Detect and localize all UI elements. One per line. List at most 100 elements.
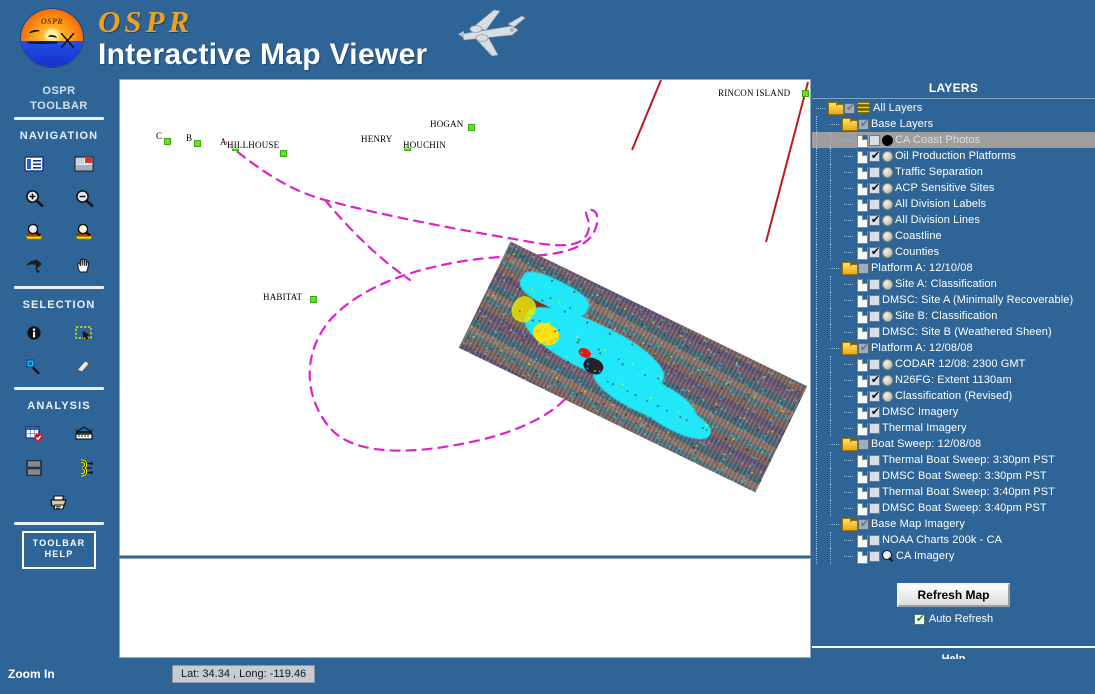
layer-checkbox[interactable] bbox=[869, 486, 880, 498]
help-link[interactable]: Help bbox=[812, 653, 1095, 659]
layer-checkbox[interactable] bbox=[869, 230, 880, 242]
layer-checkbox[interactable] bbox=[869, 245, 881, 259]
layer-tree[interactable]: All Layers Base Layers CA Coast Photos Oil … bbox=[812, 100, 1095, 564]
layer-row[interactable]: All Division Lines bbox=[812, 212, 1095, 228]
layer-label: All Layers bbox=[873, 102, 923, 114]
layer-row[interactable]: CA Imagery bbox=[812, 548, 1095, 564]
buffer-button[interactable] bbox=[59, 451, 109, 485]
toolbar-section-analysis bbox=[0, 417, 118, 519]
layer-row[interactable]: CODAR 12/08: 2300 GMT bbox=[812, 356, 1095, 372]
layer-row[interactable]: DMSC Imagery bbox=[812, 404, 1095, 420]
auto-refresh-checkbox[interactable] bbox=[913, 612, 926, 626]
layer-checkbox[interactable] bbox=[869, 181, 881, 195]
layer-row[interactable]: All Division Labels bbox=[812, 196, 1095, 212]
overview-map-button[interactable] bbox=[59, 147, 109, 181]
layer-row[interactable]: Base Map Imagery bbox=[812, 516, 1095, 532]
layer-label: Platform A: 12/08/08 bbox=[871, 342, 973, 354]
layer-row[interactable]: DMSC: Site A (Minimally Recoverable) bbox=[812, 292, 1095, 308]
print-button[interactable] bbox=[34, 485, 84, 519]
page-icon bbox=[856, 182, 868, 196]
layer-checkbox[interactable] bbox=[869, 405, 881, 419]
layer-checkbox[interactable] bbox=[869, 294, 880, 306]
layer-checkbox[interactable] bbox=[869, 198, 880, 210]
map-label: HABITAT bbox=[263, 292, 303, 302]
layer-checkbox[interactable] bbox=[869, 149, 881, 163]
layer-row[interactable]: DMSC Boat Sweep: 3:40pm PST bbox=[812, 500, 1095, 516]
layer-checkbox[interactable] bbox=[869, 358, 880, 370]
legend-button[interactable] bbox=[9, 147, 59, 181]
map-viewport[interactable]: C B A HILLHOUSE HENRY HOUCHIN HOGAN HABI… bbox=[119, 79, 811, 556]
layer-row[interactable]: DMSC: Site B (Weathered Sheen) bbox=[812, 324, 1095, 340]
platform-marker[interactable] bbox=[194, 140, 201, 147]
layer-checkbox[interactable] bbox=[858, 438, 869, 450]
zoom-out-button[interactable] bbox=[59, 181, 109, 215]
layer-row[interactable]: Thermal Boat Sweep: 3:40pm PST bbox=[812, 484, 1095, 500]
platform-marker[interactable] bbox=[310, 296, 317, 303]
map-label: HENRY bbox=[361, 134, 393, 144]
zoom-full-extent-button[interactable] bbox=[9, 215, 59, 249]
attribute-table-button[interactable] bbox=[9, 417, 59, 451]
layer-row[interactable]: Thermal Boat Sweep: 3:30pm PST bbox=[812, 452, 1095, 468]
data-table-button[interactable] bbox=[9, 451, 59, 485]
layer-row[interactable]: Coastline bbox=[812, 228, 1095, 244]
layer-checkbox[interactable] bbox=[858, 262, 869, 274]
layer-row[interactable]: N26FG: Extent 1130am bbox=[812, 372, 1095, 388]
layer-row[interactable]: Site A: Classification bbox=[812, 276, 1095, 292]
layer-checkbox[interactable] bbox=[869, 422, 880, 434]
identify-button[interactable] bbox=[9, 316, 59, 350]
platform-marker[interactable] bbox=[468, 124, 475, 131]
layer-checkbox[interactable] bbox=[869, 326, 880, 338]
layer-checkbox[interactable] bbox=[869, 310, 880, 322]
layer-row[interactable]: All Layers bbox=[812, 100, 1095, 116]
clear-selection-button[interactable] bbox=[59, 350, 109, 384]
auto-refresh-row[interactable]: Auto Refresh bbox=[812, 612, 1095, 626]
layer-checkbox[interactable] bbox=[869, 389, 881, 403]
zoom-in-button[interactable] bbox=[9, 181, 59, 215]
tree-guide bbox=[814, 468, 828, 484]
layer-checkbox[interactable] bbox=[858, 517, 870, 531]
layer-symbol-icon bbox=[882, 214, 893, 226]
folder-icon bbox=[842, 518, 858, 531]
map-canvas[interactable]: C B A HILLHOUSE HENRY HOUCHIN HOGAN HABI… bbox=[120, 80, 810, 555]
layer-row[interactable]: DMSC Boat Sweep: 3:30pm PST bbox=[812, 468, 1095, 484]
select-box-button[interactable] bbox=[59, 316, 109, 350]
platform-marker[interactable] bbox=[802, 90, 809, 97]
layer-checkbox[interactable] bbox=[869, 166, 880, 178]
layer-checkbox[interactable] bbox=[844, 101, 856, 115]
layer-symbol-icon bbox=[882, 150, 893, 162]
layer-row[interactable]: Thermal Imagery bbox=[812, 420, 1095, 436]
layer-checkbox[interactable] bbox=[869, 373, 881, 387]
layer-row[interactable]: Platform A: 12/10/08 bbox=[812, 260, 1095, 276]
layer-row[interactable]: NOAA Charts 200k - CA bbox=[812, 532, 1095, 548]
layer-checkbox[interactable] bbox=[869, 502, 880, 514]
layer-row[interactable]: CA Coast Photos bbox=[812, 132, 1095, 148]
toolbar-help-button[interactable]: TOOLBAR HELP bbox=[22, 530, 96, 570]
platform-marker[interactable] bbox=[164, 138, 171, 145]
layer-row[interactable]: Platform A: 12/08/08 bbox=[812, 340, 1095, 356]
layer-checkbox[interactable] bbox=[858, 117, 870, 131]
measure-distance-button[interactable] bbox=[59, 417, 109, 451]
layer-row[interactable]: ACP Sensitive Sites bbox=[812, 180, 1095, 196]
layer-row[interactable]: Base Layers bbox=[812, 116, 1095, 132]
layer-checkbox[interactable] bbox=[869, 470, 880, 482]
layer-checkbox[interactable] bbox=[869, 134, 880, 146]
layer-checkbox[interactable] bbox=[869, 550, 880, 562]
layer-row[interactable]: Traffic Separation bbox=[812, 164, 1095, 180]
zoom-previous-button[interactable] bbox=[59, 215, 109, 249]
layer-row[interactable]: Boat Sweep: 12/08/08 bbox=[812, 436, 1095, 452]
query-select-button[interactable] bbox=[9, 350, 59, 384]
layer-checkbox[interactable] bbox=[869, 278, 880, 290]
layer-checkbox[interactable] bbox=[869, 213, 881, 227]
layer-row[interactable]: Site B: Classification bbox=[812, 308, 1095, 324]
layer-row[interactable]: Counties bbox=[812, 244, 1095, 260]
layer-checkbox[interactable] bbox=[869, 454, 880, 466]
pan-button[interactable] bbox=[59, 249, 109, 283]
platform-marker[interactable] bbox=[280, 150, 287, 157]
layer-row[interactable]: Classification (Revised) bbox=[812, 388, 1095, 404]
layer-checkbox[interactable] bbox=[869, 534, 880, 546]
back-button[interactable] bbox=[9, 249, 59, 283]
layer-row[interactable]: Oil Production Platforms bbox=[812, 148, 1095, 164]
refresh-map-button[interactable]: Refresh Map bbox=[897, 583, 1010, 607]
layer-checkbox[interactable] bbox=[858, 341, 870, 355]
select-box-icon bbox=[74, 324, 94, 342]
